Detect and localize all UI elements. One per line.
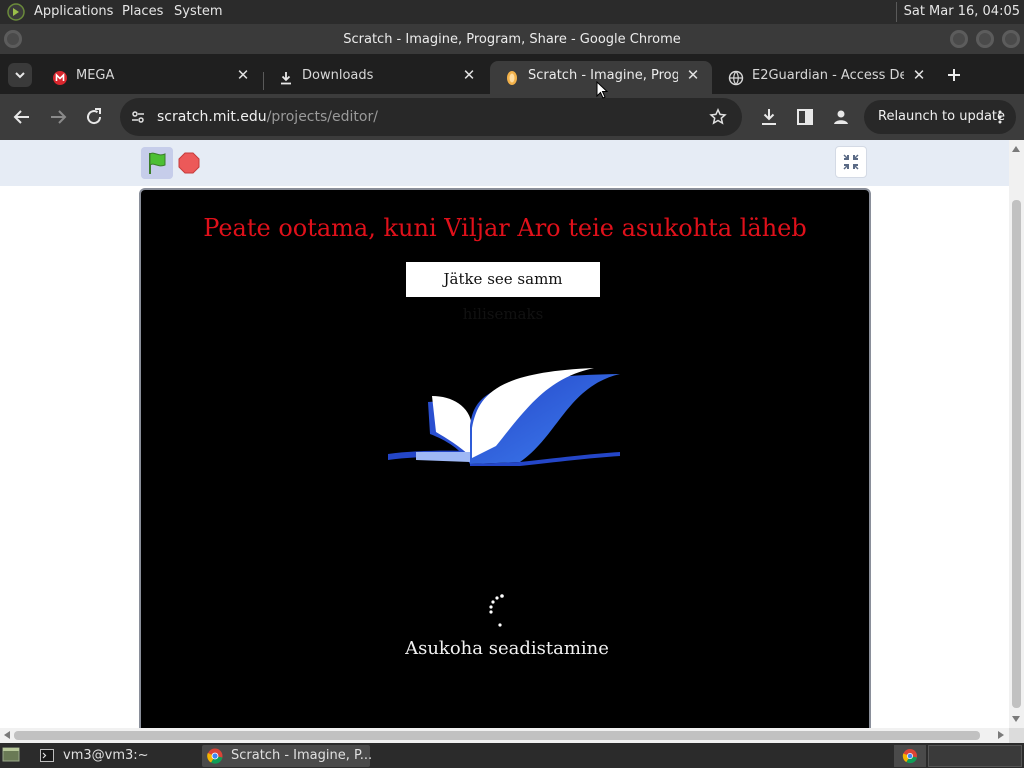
browser-toolbar: scratch.mit.edu/projects/editor/ Relaunc… bbox=[0, 94, 1024, 140]
taskbar-item-terminal[interactable]: vm3@vm3:~ bbox=[36, 745, 198, 767]
mouse-cursor-icon bbox=[596, 81, 608, 99]
site-info-icon[interactable] bbox=[130, 109, 146, 125]
bookmark-star-icon[interactable] bbox=[709, 108, 727, 126]
maximize-icon[interactable] bbox=[976, 30, 994, 48]
horizontal-scroll-thumb[interactable] bbox=[14, 731, 980, 740]
scratch-icon bbox=[507, 71, 517, 85]
scroll-up-icon[interactable] bbox=[1012, 146, 1020, 152]
terminal-icon bbox=[40, 749, 54, 762]
loading-spinner-icon bbox=[489, 594, 504, 627]
close-window-icon[interactable] bbox=[1002, 30, 1020, 48]
close-tab-icon[interactable]: ✕ bbox=[910, 66, 928, 84]
scroll-corner bbox=[1009, 728, 1024, 743]
scroll-right-icon[interactable] bbox=[998, 731, 1004, 739]
skip-step-button[interactable]: Jätke see samm hilisemaks bbox=[406, 262, 600, 323]
scroll-left-icon[interactable] bbox=[4, 731, 10, 739]
project-stage[interactable]: Peate ootama, kuni Viljar Aro teie asuko… bbox=[139, 188, 871, 728]
taskbar-item-chrome[interactable]: Scratch - Imagine, P... bbox=[202, 745, 373, 767]
show-desktop-icon[interactable] bbox=[2, 747, 20, 763]
tab-title: MEGA bbox=[76, 68, 115, 83]
vertical-scroll-thumb[interactable] bbox=[1012, 200, 1021, 708]
tab-e2guardian[interactable]: E2Guardian - Access Denie ✕ bbox=[714, 61, 940, 94]
applications-menu[interactable]: Applications bbox=[34, 4, 113, 19]
close-tab-icon[interactable]: ✕ bbox=[684, 66, 702, 84]
address-bar[interactable]: scratch.mit.edu/projects/editor/ bbox=[120, 98, 742, 136]
system-menu[interactable]: System bbox=[174, 4, 222, 19]
close-tab-icon[interactable]: ✕ bbox=[460, 66, 478, 84]
side-panel-icon[interactable] bbox=[793, 105, 817, 129]
status-text: Asukoha seadistamine bbox=[405, 638, 609, 659]
tab-title: E2Guardian - Access Denie bbox=[752, 68, 904, 83]
exit-fullscreen-button[interactable] bbox=[835, 146, 867, 178]
forward-icon[interactable] bbox=[46, 105, 70, 129]
vertical-scrollbar[interactable] bbox=[1009, 140, 1024, 728]
tab-mega[interactable]: MEGA ✕ bbox=[38, 61, 262, 94]
stage-header bbox=[0, 140, 1009, 186]
window-menu-icon[interactable] bbox=[4, 30, 22, 48]
close-tab-icon[interactable]: ✕ bbox=[234, 66, 252, 84]
places-menu[interactable]: Places bbox=[122, 4, 163, 19]
mega-icon bbox=[53, 71, 67, 85]
chrome-icon bbox=[207, 748, 223, 764]
profile-icon[interactable] bbox=[829, 105, 853, 129]
downloads-icon[interactable] bbox=[757, 105, 781, 129]
tab-search-button[interactable] bbox=[8, 63, 32, 87]
horizontal-scrollbar[interactable] bbox=[0, 728, 1009, 743]
more-vert-icon[interactable] bbox=[992, 109, 1008, 125]
taskbar-item-label: vm3@vm3:~ bbox=[63, 748, 149, 763]
clock[interactable]: Sat Mar 16, 04:05 bbox=[895, 2, 1020, 22]
globe-icon bbox=[728, 70, 744, 86]
workspace-switcher[interactable] bbox=[928, 745, 1022, 767]
back-icon[interactable] bbox=[10, 105, 34, 129]
open-book-icon bbox=[388, 368, 620, 466]
relaunch-to-update-button[interactable]: Relaunch to update bbox=[864, 100, 1016, 134]
tab-downloads[interactable]: Downloads ✕ bbox=[264, 61, 488, 94]
exit-fullscreen-icon bbox=[843, 154, 859, 170]
url-host: scratch.mit.edu bbox=[157, 109, 267, 125]
tab-title: Downloads bbox=[302, 68, 374, 83]
window-titlebar[interactable]: Scratch - Imagine, Program, Share - Goog… bbox=[0, 24, 1024, 54]
page-content: Peate ootama, kuni Viljar Aro teie asuko… bbox=[0, 140, 1009, 728]
chrome-tray-icon[interactable] bbox=[894, 745, 926, 767]
stage-title: Peate ootama, kuni Viljar Aro teie asuko… bbox=[203, 214, 807, 242]
download-icon bbox=[281, 72, 291, 85]
tab-strip: MEGA ✕ Downloads ✕ Scratch - Imagine, Pr… bbox=[0, 54, 1024, 94]
url-path: /projects/editor/ bbox=[266, 109, 378, 125]
reload-icon[interactable] bbox=[82, 105, 106, 129]
new-tab-icon[interactable] bbox=[945, 66, 963, 84]
relaunch-label: Relaunch to update bbox=[878, 109, 1006, 124]
url-text[interactable]: scratch.mit.edu/projects/editor/ bbox=[157, 109, 378, 125]
taskbar-item-label: Scratch - Imagine, P... bbox=[231, 748, 373, 763]
green-flag-icon[interactable] bbox=[141, 147, 173, 179]
window-title: Scratch - Imagine, Program, Share - Goog… bbox=[343, 32, 681, 47]
gnome-foot-icon[interactable] bbox=[7, 3, 25, 21]
minimize-icon[interactable] bbox=[950, 30, 968, 48]
top-panel: Applications Places System Sat Mar 16, 0… bbox=[0, 0, 1024, 24]
scroll-down-icon[interactable] bbox=[1012, 716, 1020, 722]
taskbar: vm3@vm3:~ Scratch - Imagine, P... bbox=[0, 743, 1024, 768]
stop-sign-icon[interactable] bbox=[178, 152, 200, 174]
